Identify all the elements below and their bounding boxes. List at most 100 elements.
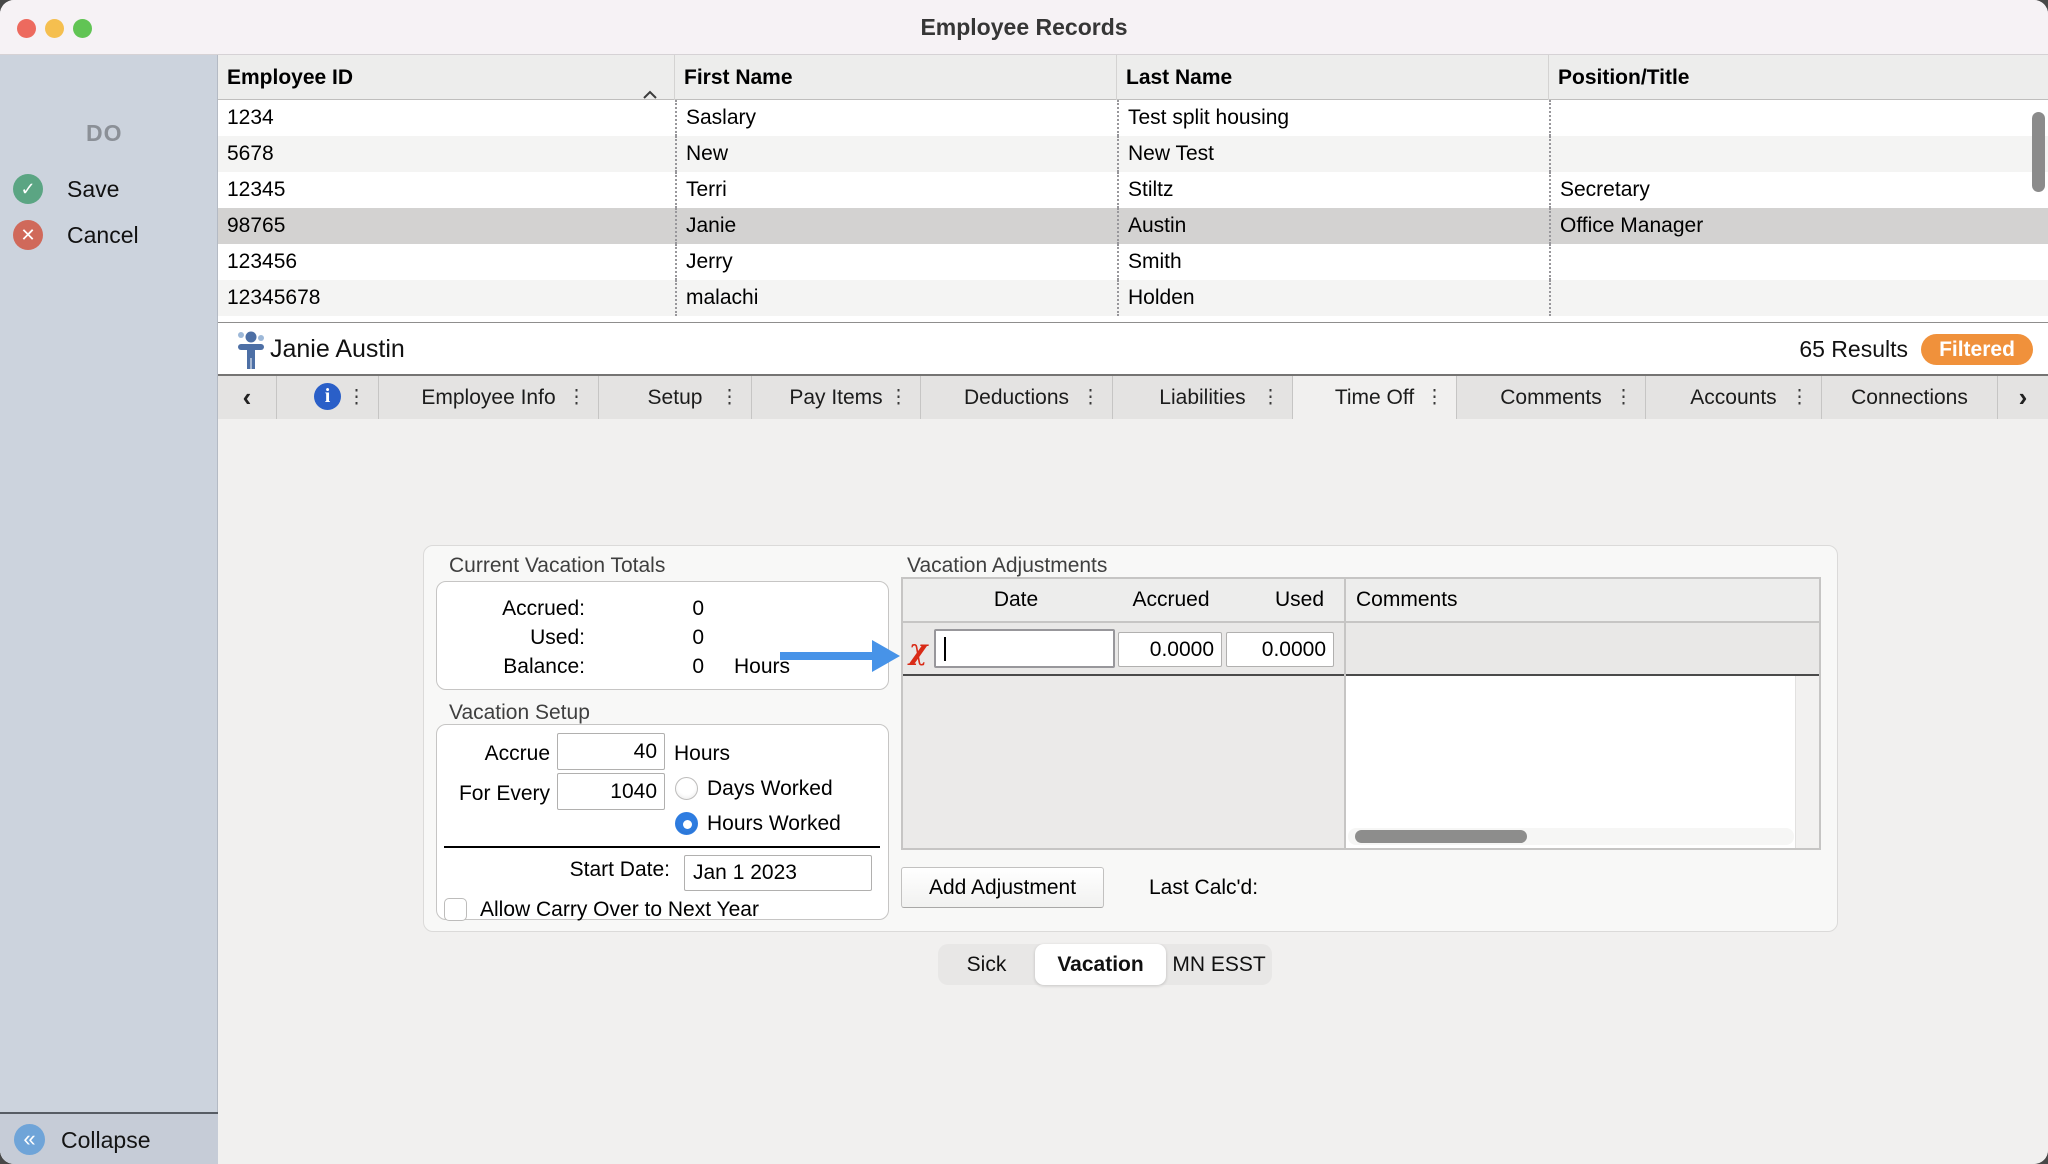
- table-row[interactable]: 123456 Jerry Smith: [218, 244, 2048, 280]
- tab-menu-dots-icon[interactable]: ⋮: [1790, 376, 1809, 419]
- adj-col-used: Used: [1274, 588, 1324, 611]
- table-cell: Saslary: [675, 100, 1117, 136]
- accrue-label: Accrue: [484, 742, 550, 765]
- tab-menu-dots-icon[interactable]: ⋮: [1261, 376, 1280, 419]
- table-cell: 1234: [227, 106, 274, 129]
- tabs-scroll-back-button[interactable]: ‹: [218, 376, 277, 419]
- adjustment-date-input[interactable]: [934, 629, 1115, 668]
- table-cell: Terri: [675, 172, 1117, 208]
- table-cell: Austin: [1117, 208, 1549, 244]
- filtered-badge[interactable]: Filtered: [1921, 334, 2033, 365]
- tabs-scroll-forward-button[interactable]: ›: [1998, 376, 2048, 419]
- tab-label: Connections: [1851, 386, 1968, 409]
- table-row[interactable]: 98765 Janie Austin Office Manager: [218, 208, 2048, 244]
- save-button[interactable]: ✓ Save: [0, 172, 218, 206]
- tab-accounts[interactable]: Accounts ⋮: [1646, 376, 1822, 419]
- tab-menu-dots-icon[interactable]: ⋮: [889, 376, 908, 419]
- adjustment-row: χ: [903, 623, 1819, 676]
- tab-comments[interactable]: Comments ⋮: [1457, 376, 1646, 419]
- column-header-label: First Name: [684, 66, 793, 89]
- table-row[interactable]: 1234 Saslary Test split housing: [218, 100, 2048, 136]
- totals-row-value: 0: [692, 597, 704, 620]
- table-cell: Stiltz: [1117, 172, 1549, 208]
- sidebar: DO ✓ Save ✕ Cancel « Collapse: [0, 55, 218, 1164]
- tab-label: Setup: [647, 386, 703, 409]
- hours-worked-radio[interactable]: [675, 812, 698, 835]
- add-adjustment-button[interactable]: Add Adjustment: [901, 867, 1104, 908]
- table-cell: [1549, 100, 2048, 136]
- leave-tab-sick[interactable]: Sick: [938, 944, 1035, 985]
- leave-tab-vacation[interactable]: Vacation: [1035, 944, 1166, 985]
- tab-time-off[interactable]: Time Off ⋮: [1293, 376, 1457, 419]
- carry-over-checkbox[interactable]: [444, 898, 467, 921]
- table-cell: Test split housing: [1117, 100, 1549, 136]
- employee-table: Employee ID First Name Last Name Position/T…: [218, 55, 2048, 322]
- tab-menu-dots-icon[interactable]: ⋮: [1081, 376, 1100, 419]
- save-button-label: Save: [67, 176, 120, 202]
- adjustment-accrued-input[interactable]: [1118, 632, 1222, 667]
- window-title: Employee Records: [920, 14, 1128, 40]
- leave-category-tabs: Sick Vacation MN ESST: [938, 944, 1272, 985]
- tab-employee-info[interactable]: Employee Info ⋮: [379, 376, 599, 419]
- totals-row-label: Accrued:: [502, 597, 585, 620]
- table-row[interactable]: 5678 New New Test: [218, 136, 2048, 172]
- save-check-icon: ✓: [13, 174, 43, 204]
- tab-menu-dots-icon[interactable]: ⋮: [567, 376, 586, 419]
- hours-worked-label: Hours Worked: [707, 812, 841, 835]
- time-off-content: Current Vacation Totals Accrued: 0 Used: 0 B…: [218, 419, 2048, 1164]
- adjustment-used-input[interactable]: [1226, 632, 1334, 667]
- tab-label: Employee Info: [421, 386, 556, 409]
- back-chevron-icon: ‹: [242, 382, 252, 412]
- table-cell: malachi: [675, 280, 1117, 316]
- tab-liabilities[interactable]: Liabilities ⋮: [1113, 376, 1293, 419]
- sidebar-header: DO: [86, 120, 123, 146]
- section-tab-bar: ‹ i ⋮ Employee Info ⋮ Setup ⋮ Pay Items ⋮ Deducti…: [218, 374, 2048, 419]
- adjustments-table-header: Date Accrued Used Comments: [903, 579, 1819, 623]
- table-cell: 5678: [227, 142, 274, 165]
- employee-status-bar: Janie Austin 65 Results Filtered: [218, 322, 2048, 374]
- tab-menu-dots-icon[interactable]: ⋮: [347, 376, 366, 419]
- tab-pay-items[interactable]: Pay Items ⋮: [752, 376, 921, 419]
- comments-horizontal-scrollbar[interactable]: [1348, 828, 1794, 845]
- tab-deductions[interactable]: Deductions ⋮: [921, 376, 1113, 419]
- person-icon: [238, 331, 264, 369]
- title-bar: Employee Records: [0, 0, 2048, 55]
- tab-menu-dots-icon[interactable]: ⋮: [1425, 376, 1444, 419]
- table-vertical-scrollbar[interactable]: [2032, 112, 2045, 192]
- column-header-first-name[interactable]: First Name: [675, 55, 1117, 100]
- start-date-input[interactable]: [684, 855, 872, 891]
- annotation-arrow-icon: [780, 640, 900, 672]
- tab-info[interactable]: i ⋮: [277, 376, 379, 419]
- comments-scroll-thumb[interactable]: [1355, 830, 1527, 843]
- results-count: 65 Results: [1799, 336, 1908, 362]
- leave-tab-mn-esst[interactable]: MN ESST: [1166, 944, 1272, 985]
- for-every-input[interactable]: [557, 773, 665, 810]
- tab-setup[interactable]: Setup ⋮: [599, 376, 752, 419]
- tab-menu-dots-icon[interactable]: ⋮: [1614, 376, 1633, 419]
- tab-menu-dots-icon[interactable]: ⋮: [720, 376, 739, 419]
- accrue-input[interactable]: [557, 733, 665, 770]
- column-header-position-title[interactable]: Position/Title: [1549, 55, 2048, 100]
- delete-row-icon[interactable]: χ: [909, 633, 927, 666]
- column-header-last-name[interactable]: Last Name: [1117, 55, 1549, 100]
- forward-chevron-icon: ›: [2018, 382, 2028, 412]
- carry-over-label: Allow Carry Over to Next Year: [480, 898, 759, 921]
- adj-col-comments: Comments: [1356, 588, 1458, 611]
- cancel-button[interactable]: ✕ Cancel: [0, 218, 218, 252]
- column-header-employee-id[interactable]: Employee ID: [218, 55, 675, 100]
- column-header-label: Last Name: [1126, 66, 1233, 89]
- table-row[interactable]: 12345 Terri Stiltz Secretary: [218, 172, 2048, 208]
- tab-connections[interactable]: Connections: [1822, 376, 1998, 419]
- tab-label: Deductions: [963, 386, 1070, 409]
- table-cell: Holden: [1117, 280, 1549, 316]
- totals-row-value: 0: [692, 626, 704, 649]
- table-cell: Office Manager: [1549, 208, 2048, 244]
- last-calcd-label: Last Calc'd:: [1149, 876, 1259, 899]
- collapse-label: Collapse: [61, 1127, 151, 1153]
- selected-employee-name: Janie Austin: [270, 335, 405, 363]
- totals-section-label: Current Vacation Totals: [449, 554, 666, 577]
- days-worked-radio[interactable]: [675, 777, 698, 800]
- collapse-sidebar-button[interactable]: « Collapse: [0, 1112, 218, 1164]
- accrue-unit-label: Hours: [674, 742, 731, 765]
- table-row[interactable]: 12345678 malachi Holden: [218, 280, 2048, 316]
